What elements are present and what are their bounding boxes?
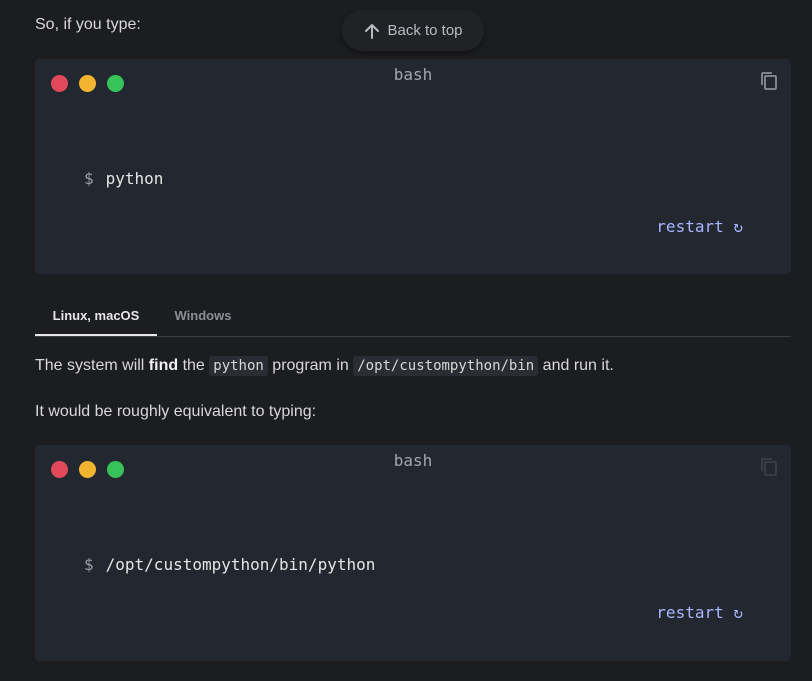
- terminal-title: bash: [393, 451, 433, 470]
- restart-button[interactable]: restart ↻: [656, 603, 743, 622]
- terminal-window-2: bash $ /opt/custompython/bin/python resta…: [35, 445, 791, 661]
- bold-text: find: [148, 357, 179, 374]
- restart-button[interactable]: restart ↻: [656, 217, 743, 236]
- tab-linux-macos[interactable]: Linux, macOS: [35, 296, 157, 336]
- command-text: /opt/custompython/bin/python: [105, 555, 376, 574]
- back-to-top-button[interactable]: Back to top: [342, 10, 484, 51]
- terminal-title: bash: [393, 65, 433, 84]
- os-tabs: Linux, macOS Windows: [35, 296, 791, 337]
- text-segment: program in: [267, 357, 354, 374]
- text-segment: the: [178, 357, 210, 374]
- inline-code-python: python: [209, 356, 268, 376]
- text-segment: and run it.: [538, 357, 614, 374]
- prompt-symbol: $: [84, 555, 94, 574]
- arrow-up-icon: [363, 22, 381, 40]
- command-text: python: [105, 169, 164, 188]
- intro-text: So, if you type:: [35, 16, 141, 33]
- command-line: $ /opt/custompython/bin/python: [84, 555, 375, 574]
- copy-icon[interactable]: [760, 457, 778, 482]
- explanation-paragraph: The system will find the python program …: [35, 356, 614, 376]
- text-segment: The system will: [35, 357, 149, 374]
- terminal-window-1: bash $ python restart ↻: [35, 59, 791, 274]
- copy-icon[interactable]: [760, 71, 778, 96]
- back-to-top-label: Back to top: [387, 22, 463, 39]
- tab-windows[interactable]: Windows: [157, 296, 249, 334]
- command-line: $ python: [84, 169, 163, 188]
- page: So, if you type: bash $ python restart ↻ …: [0, 0, 812, 681]
- prompt-symbol: $: [84, 169, 94, 188]
- equivalent-paragraph: It would be roughly equivalent to typing…: [35, 403, 317, 420]
- inline-code-path: /opt/custompython/bin: [353, 356, 539, 376]
